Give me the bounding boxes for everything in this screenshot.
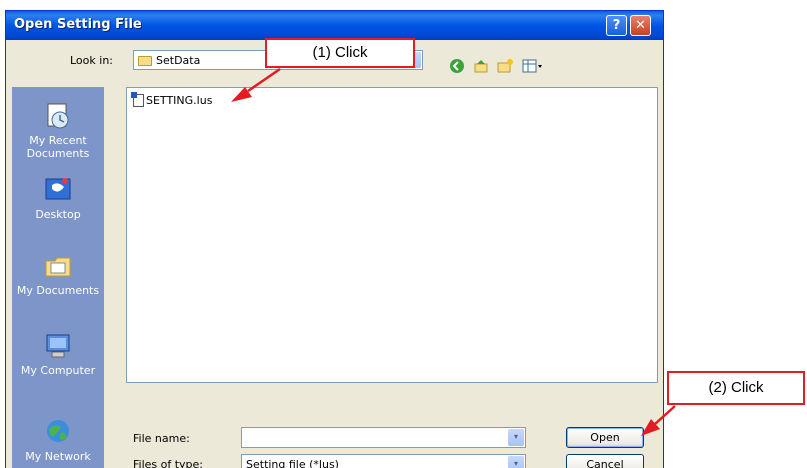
- annotation-arrows: [231, 67, 676, 436]
- arrow-2-shaft: [654, 405, 676, 425]
- arrow-1-shaft: [247, 67, 281, 93]
